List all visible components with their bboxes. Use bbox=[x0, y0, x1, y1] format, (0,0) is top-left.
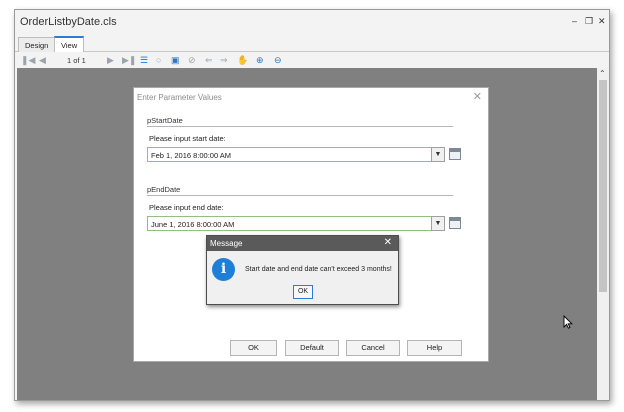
scroll-up-icon[interactable]: ⌃ bbox=[599, 69, 606, 78]
back-icon[interactable]: ⇐ bbox=[205, 55, 213, 65]
calendar-icon[interactable] bbox=[449, 148, 461, 160]
end-date-dropdown[interactable]: ▼ bbox=[431, 216, 445, 231]
help-button[interactable]: Help bbox=[407, 340, 462, 356]
end-date-section-title: pEndDate bbox=[147, 185, 181, 194]
parameter-dialog: Enter Parameter Values ✕ pStartDate Plea… bbox=[133, 87, 489, 362]
hand-icon[interactable]: ✋ bbox=[237, 55, 248, 65]
next-page-icon[interactable]: ▶ bbox=[107, 55, 114, 65]
message-text: Start date and end date can't exceed 3 m… bbox=[245, 266, 392, 273]
tab-view[interactable]: View bbox=[54, 36, 85, 52]
page-count: 1 of 1 bbox=[67, 56, 86, 65]
previous-page-icon[interactable]: ◀ bbox=[39, 55, 46, 65]
zoom-out-icon[interactable]: ⊖ bbox=[274, 55, 282, 65]
message-title: Message bbox=[210, 239, 243, 248]
end-date-prompt: Please input end date: bbox=[149, 203, 224, 212]
chevron-down-icon: ▼ bbox=[434, 151, 442, 158]
cancel-button[interactable]: Cancel bbox=[346, 340, 400, 356]
last-page-icon[interactable]: ▶❚ bbox=[122, 55, 136, 65]
tab-design[interactable]: Design bbox=[18, 37, 56, 52]
minimize-icon[interactable]: – bbox=[572, 16, 577, 26]
calendar-icon[interactable] bbox=[449, 217, 461, 229]
message-titlebar[interactable]: Message ✕ bbox=[207, 236, 398, 251]
page-setup-icon[interactable]: ▣ bbox=[171, 55, 180, 65]
divider bbox=[147, 126, 453, 127]
first-page-icon[interactable]: ❚◀ bbox=[21, 55, 35, 65]
stop-icon[interactable]: ⊘ bbox=[188, 55, 196, 65]
divider bbox=[147, 195, 453, 196]
info-icon: i bbox=[212, 258, 235, 281]
scrollbar-thumb[interactable] bbox=[599, 80, 607, 292]
toolbar: ❚◀ ◀ 1 of 1 ▶ ▶❚ ☰ ○ ▣ ⊘ ⇐ ⇒ ✋ ⊕ ⊖ bbox=[15, 52, 609, 68]
window-title: OrderListbyDate.cls bbox=[20, 16, 117, 28]
start-date-section-title: pStartDate bbox=[147, 116, 183, 125]
mouse-cursor-icon bbox=[563, 315, 573, 329]
tab-bar: Design View bbox=[15, 35, 609, 52]
start-date-field[interactable]: Feb 1, 2016 8:00:00 AM bbox=[147, 147, 432, 162]
close-icon[interactable]: ✕ bbox=[384, 237, 392, 248]
close-icon[interactable]: ✕ bbox=[473, 90, 482, 103]
forward-icon[interactable]: ⇒ bbox=[220, 55, 228, 65]
chevron-down-icon: ▼ bbox=[434, 220, 442, 227]
window-titlebar[interactable]: OrderListbyDate.cls – ❐ ✕ bbox=[15, 10, 609, 35]
start-date-prompt: Please input start date: bbox=[149, 134, 226, 143]
default-button[interactable]: Default bbox=[285, 340, 339, 356]
restore-icon[interactable]: ❐ bbox=[585, 16, 593, 26]
parameter-dialog-title: Enter Parameter Values bbox=[137, 93, 222, 102]
message-ok-button[interactable]: OK bbox=[293, 285, 313, 299]
vertical-scrollbar[interactable]: ⌃ bbox=[597, 68, 609, 400]
ok-button[interactable]: OK bbox=[230, 340, 277, 356]
zoom-in-icon[interactable]: ⊕ bbox=[256, 55, 264, 65]
list-icon[interactable]: ☰ bbox=[140, 55, 148, 65]
end-date-field[interactable]: June 1, 2016 8:00:00 AM bbox=[147, 216, 432, 231]
close-icon[interactable]: ✕ bbox=[598, 16, 606, 26]
start-date-dropdown[interactable]: ▼ bbox=[431, 147, 445, 162]
message-dialog: Message ✕ i Start date and end date can'… bbox=[206, 235, 399, 305]
circle-icon[interactable]: ○ bbox=[156, 55, 161, 65]
